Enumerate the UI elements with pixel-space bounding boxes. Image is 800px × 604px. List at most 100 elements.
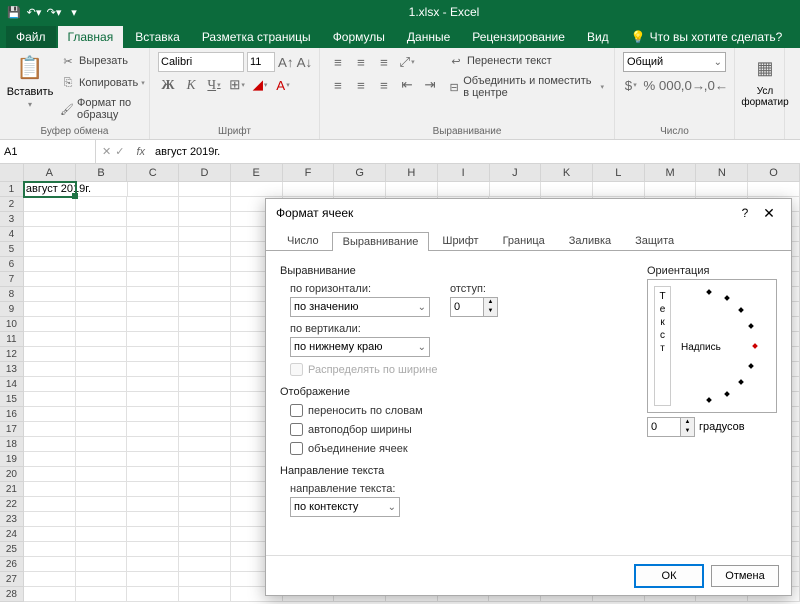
cancel-button[interactable]: Отмена — [711, 565, 779, 587]
cell[interactable] — [179, 212, 231, 227]
font-name-select[interactable] — [158, 52, 244, 72]
tab-home[interactable]: Главная — [58, 26, 124, 48]
cell[interactable] — [127, 452, 179, 467]
col-header[interactable]: J — [490, 164, 542, 182]
row-header[interactable]: 4 — [0, 227, 24, 242]
col-header[interactable]: A — [24, 164, 76, 182]
row-header[interactable]: 1 — [0, 182, 24, 197]
cell[interactable] — [127, 407, 179, 422]
wrap-checkbox[interactable]: переносить по словам — [290, 404, 631, 417]
underline-button[interactable]: Ч — [204, 75, 224, 95]
cell[interactable] — [76, 227, 128, 242]
col-header[interactable]: L — [593, 164, 645, 182]
dlg-tab-alignment[interactable]: Выравнивание — [332, 232, 430, 251]
orientation-dial[interactable]: Надпись — [677, 286, 770, 406]
col-header[interactable]: D — [179, 164, 231, 182]
cell[interactable] — [127, 317, 179, 332]
cell[interactable] — [231, 182, 283, 197]
cell[interactable] — [24, 227, 76, 242]
cell[interactable] — [127, 242, 179, 257]
cell[interactable] — [127, 377, 179, 392]
select-all-corner[interactable] — [0, 164, 24, 182]
percent-format-icon[interactable]: % — [642, 75, 658, 95]
cell[interactable] — [179, 182, 231, 197]
col-header[interactable]: E — [231, 164, 283, 182]
cell[interactable] — [127, 257, 179, 272]
cell[interactable] — [24, 452, 76, 467]
wrap-text-button[interactable]: ↩Перенести текст — [446, 52, 606, 70]
row-header[interactable]: 15 — [0, 392, 24, 407]
cell[interactable] — [76, 242, 128, 257]
cell[interactable] — [76, 557, 128, 572]
cell[interactable] — [179, 407, 231, 422]
row-header[interactable]: 25 — [0, 542, 24, 557]
cell[interactable] — [24, 257, 76, 272]
cell[interactable] — [76, 257, 128, 272]
name-box[interactable]: A1 — [0, 140, 96, 163]
col-header[interactable]: K — [541, 164, 593, 182]
row-header[interactable]: 16 — [0, 407, 24, 422]
spin-up-icon[interactable]: ▲ — [681, 418, 694, 427]
cell[interactable] — [24, 512, 76, 527]
v-align-select[interactable]: по нижнему краю — [290, 337, 430, 357]
cell[interactable] — [127, 572, 179, 587]
dlg-tab-number[interactable]: Число — [276, 231, 330, 250]
cell[interactable] — [179, 437, 231, 452]
cell[interactable] — [76, 512, 128, 527]
number-format-select[interactable]: Общий — [623, 52, 726, 72]
cell[interactable] — [127, 302, 179, 317]
col-header[interactable]: B — [76, 164, 128, 182]
autofit-checkbox[interactable]: автоподбор ширины — [290, 423, 631, 436]
cell[interactable] — [127, 542, 179, 557]
cell[interactable] — [127, 422, 179, 437]
cell[interactable] — [179, 347, 231, 362]
cell[interactable] — [76, 422, 128, 437]
cell[interactable] — [541, 182, 593, 197]
dlg-tab-border[interactable]: Граница — [492, 231, 556, 250]
cell[interactable] — [76, 392, 128, 407]
align-right-icon[interactable]: ≡ — [374, 75, 394, 95]
cell[interactable] — [127, 392, 179, 407]
cell[interactable] — [179, 422, 231, 437]
decrease-font-icon[interactable]: A↓ — [297, 52, 313, 72]
row-header[interactable]: 2 — [0, 197, 24, 212]
enter-formula-icon[interactable]: ✓ — [115, 145, 124, 158]
cell[interactable] — [76, 497, 128, 512]
col-header[interactable]: M — [645, 164, 697, 182]
cell[interactable] — [24, 422, 76, 437]
cell[interactable] — [76, 287, 128, 302]
close-icon[interactable]: ✕ — [757, 205, 781, 222]
align-middle-icon[interactable]: ≡ — [351, 52, 371, 72]
decrease-decimal-icon[interactable]: ,0← — [706, 75, 726, 95]
row-header[interactable]: 12 — [0, 347, 24, 362]
cell[interactable] — [127, 347, 179, 362]
cell[interactable] — [24, 392, 76, 407]
cell[interactable] — [127, 482, 179, 497]
borders-icon[interactable]: ⊞ — [227, 75, 247, 95]
cell[interactable] — [24, 467, 76, 482]
cell[interactable] — [76, 407, 128, 422]
cell[interactable] — [24, 302, 76, 317]
row-header[interactable]: 21 — [0, 482, 24, 497]
cell[interactable] — [76, 467, 128, 482]
spin-down-icon[interactable]: ▼ — [681, 427, 694, 436]
cell[interactable] — [179, 452, 231, 467]
cell[interactable] — [76, 272, 128, 287]
row-header[interactable]: 20 — [0, 467, 24, 482]
col-header[interactable]: O — [748, 164, 800, 182]
align-center-icon[interactable]: ≡ — [351, 75, 371, 95]
cell[interactable] — [179, 377, 231, 392]
row-header[interactable]: 5 — [0, 242, 24, 257]
cell[interactable] — [128, 182, 180, 197]
cell[interactable] — [24, 347, 76, 362]
font-color-icon[interactable]: A — [273, 75, 293, 95]
row-header[interactable]: 27 — [0, 572, 24, 587]
dialog-titlebar[interactable]: Формат ячеек ? ✕ — [266, 199, 791, 227]
cell[interactable] — [334, 182, 386, 197]
help-icon[interactable]: ? — [733, 206, 757, 220]
cell[interactable] — [179, 287, 231, 302]
tab-review[interactable]: Рецензирование — [462, 26, 575, 48]
cell[interactable] — [24, 587, 76, 602]
cell[interactable] — [386, 182, 438, 197]
col-header[interactable]: C — [127, 164, 179, 182]
